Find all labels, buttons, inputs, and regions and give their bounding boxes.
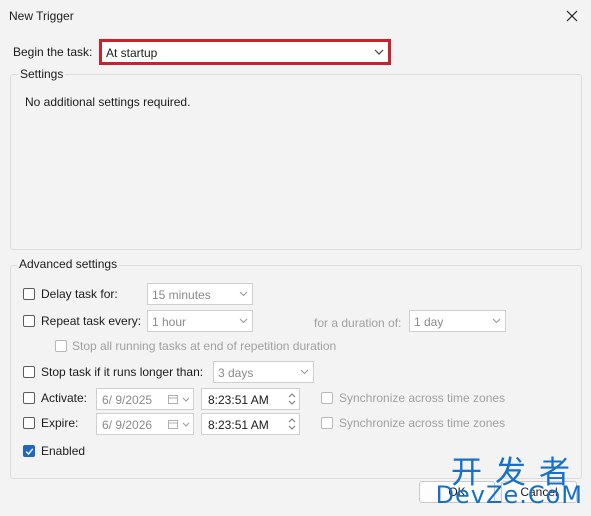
duration-dropdown[interactable]: 1 day [409,310,506,332]
calendar-icon [168,420,178,429]
activate-time-value: 8:23:51 AM [208,393,269,407]
expire-time-picker[interactable]: 8:23:51 AM [201,413,300,435]
settings-legend: Settings [18,67,66,81]
title-bar: New Trigger [0,0,591,32]
chevron-down-icon [182,422,190,427]
enabled-label: Enabled [41,444,86,458]
stop-longer-label: Stop task if it runs longer than: [41,365,204,379]
chevron-down-icon [492,318,501,324]
stop-all-label: Stop all running tasks at end of repetit… [72,339,337,353]
expire-checkbox[interactable] [23,417,35,429]
delay-task-dropdown[interactable]: 15 minutes [147,283,253,305]
begin-task-label: Begin the task: [13,45,93,59]
expire-sync-checkbox[interactable] [321,417,333,429]
stop-longer-checkbox[interactable] [23,366,35,378]
stop-longer-dropdown[interactable]: 3 days [213,361,314,383]
enabled-checkbox[interactable] [23,445,35,457]
repeat-interval-value: 1 hour [152,315,187,329]
spinner-arrows-icon[interactable] [287,416,297,432]
close-icon [566,10,578,22]
expire-time-value: 8:23:51 AM [208,418,269,432]
begin-task-dropdown[interactable]: At startup [99,39,391,65]
stop-longer-value: 3 days [218,366,254,380]
chevron-down-icon [182,397,190,402]
delay-task-label: Delay task for: [41,287,118,301]
begin-task-value: At startup [106,46,158,60]
activate-checkbox[interactable] [23,392,35,404]
new-trigger-dialog: New Trigger Begin the task: At startup S… [0,0,591,516]
expire-date-picker[interactable]: 6/ 9/2026 [96,413,194,435]
activate-date-picker[interactable]: 6/ 9/2025 [96,388,194,410]
duration-label: for a duration of: [314,316,402,330]
expire-label: Expire: [41,416,79,430]
expire-sync-label: Synchronize across time zones [339,416,506,430]
stop-all-checkbox[interactable] [55,340,67,352]
duration-value: 1 day [414,315,444,329]
close-button[interactable] [559,4,585,28]
window-title: New Trigger [9,9,74,23]
settings-message: No additional settings required. [25,95,191,109]
calendar-icon [168,395,178,404]
checkmark-icon [25,448,34,456]
activate-label: Activate: [41,391,88,405]
chevron-down-icon [239,291,248,297]
chevron-down-icon [300,369,309,375]
expire-date-value: 6/ 9/2026 [102,418,153,432]
delay-task-value: 15 minutes [152,288,211,302]
spinner-arrows-icon[interactable] [287,391,297,407]
activate-sync-checkbox[interactable] [321,392,333,404]
chevron-down-icon [374,49,384,55]
activate-date-value: 6/ 9/2025 [102,393,153,407]
repeat-task-label: Repeat task every: [41,314,142,328]
repeat-task-checkbox[interactable] [23,315,35,327]
advanced-settings-legend: Advanced settings [17,257,120,271]
repeat-interval-dropdown[interactable]: 1 hour [147,310,253,332]
activate-time-picker[interactable]: 8:23:51 AM [201,388,300,410]
activate-sync-label: Synchronize across time zones [339,391,506,405]
ok-button[interactable]: OK [419,481,495,503]
chevron-down-icon [239,318,248,324]
cancel-button[interactable]: Cancel [501,481,577,503]
delay-task-checkbox[interactable] [23,288,35,300]
